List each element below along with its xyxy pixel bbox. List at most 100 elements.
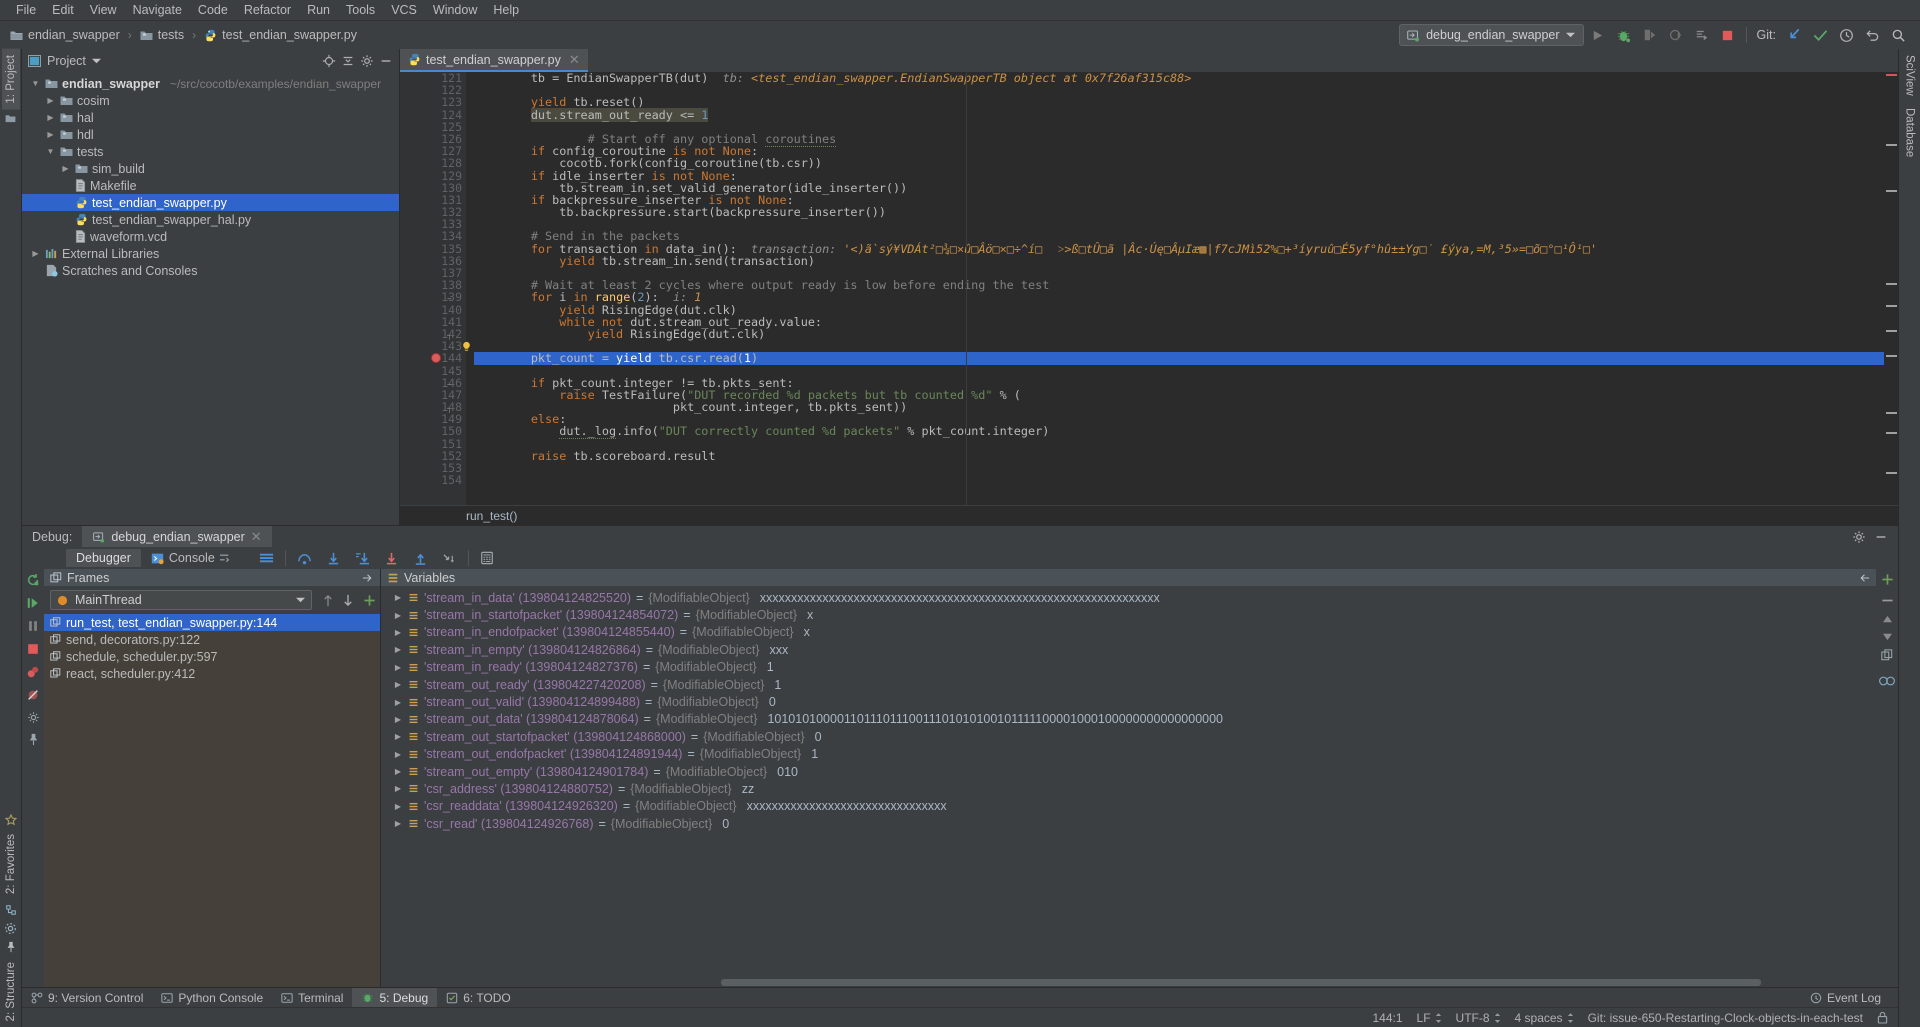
drop-frame-icon[interactable]	[435, 552, 464, 565]
gutter-line[interactable]: 140	[400, 303, 466, 315]
bottom-tab-todo[interactable]: 6: TODO	[437, 988, 520, 1008]
code-line[interactable]: dut._log.info("DUT correctly counted %d …	[474, 424, 1884, 440]
variable-row[interactable]: ▶ 'stream_in_data' (139804124825520) = {M…	[381, 589, 1876, 606]
tree-node[interactable]: test_endian_swapper_hal.py	[22, 211, 399, 228]
menu-item-code[interactable]: Code	[190, 1, 236, 19]
breadcrumb-file[interactable]: test_endian_swapper.py	[200, 26, 361, 44]
variable-row[interactable]: ▶ 'stream_in_ready' (139804124827376) = {…	[381, 659, 1876, 676]
chevron-right-icon[interactable]: ▶	[393, 715, 403, 724]
code-line[interactable]: pkt_count = yield tb.csr.read(1)	[474, 352, 1884, 365]
gutter-line[interactable]: 124	[400, 108, 466, 120]
pause-program-icon[interactable]	[26, 619, 40, 633]
variable-row[interactable]: ▶'stream_out_ready' (139804227420208) = …	[381, 676, 1876, 693]
variables-list[interactable]: ▶ 'stream_in_data' (139804124825520) = {M…	[381, 586, 1876, 978]
commit-icon[interactable]	[1808, 24, 1832, 46]
editor-gutter[interactable]: 121 122 123 124 125 126 127 128 129 130 131 132 133 1…	[400, 72, 470, 505]
chevron-right-icon[interactable]: ▶	[393, 593, 403, 602]
variable-row[interactable]: ▶ 'stream_out_startofpacket' (13980412486…	[381, 728, 1876, 745]
chevron-down-icon[interactable]: ▼	[45, 147, 56, 156]
code-line[interactable]: tb = EndianSwapperTB(dut) tb: <test_endi…	[474, 72, 1884, 84]
tree-node[interactable]: ▶ hal	[22, 109, 399, 126]
chevron-right-icon[interactable]: ▶	[393, 767, 403, 776]
code-line[interactable]	[474, 218, 1884, 230]
code-line[interactable]: raise tb.scoreboard.result	[474, 450, 1884, 462]
resume-program-icon[interactable]	[26, 596, 40, 610]
frame-row[interactable]: run_test, test_endian_swapper.py:144	[44, 614, 380, 631]
editor-tab-test-endian-swapper[interactable]: test_endian_swapper.py ✕	[400, 49, 588, 72]
menu-item-help[interactable]: Help	[485, 1, 527, 19]
code-line[interactable]: for transaction in data_in(): transactio…	[474, 242, 1884, 254]
chevron-right-icon[interactable]: ▶	[393, 663, 403, 672]
chevron-right-icon[interactable]: ▶	[30, 249, 41, 258]
gutter-line[interactable]: 154	[400, 474, 466, 486]
variable-row[interactable]: ▶ 'stream_out_endofpacket' (1398041248919…	[381, 746, 1876, 763]
caret-position[interactable]: 144:1	[1372, 1011, 1402, 1025]
frames-list[interactable]: run_test, test_endian_swapper.py:144 send…	[44, 614, 380, 987]
code-line[interactable]: pkt_count.integer, tb.pkts_sent))	[474, 401, 1884, 413]
settings-gear-icon[interactable]	[4, 919, 17, 938]
close-icon[interactable]: ✕	[569, 52, 580, 68]
variables-hscrollbar[interactable]	[381, 978, 1876, 987]
code-line[interactable]: if idle_inserter is not None:	[474, 169, 1884, 181]
code-line[interactable]: yield RisingEdge(dut.clk)	[474, 328, 1884, 340]
copy-icon[interactable]	[1881, 649, 1893, 661]
variable-row[interactable]: ▶'stream_out_empty' (139804124901784) = …	[381, 763, 1876, 780]
code-line[interactable]: tb.backpressure.start(backpressure_inser…	[474, 206, 1884, 218]
stop-icon[interactable]	[26, 642, 40, 656]
variable-row[interactable]: ▶ 'stream_in_empty' (139804124826864) = {…	[381, 641, 1876, 658]
code-line[interactable]: for i in range(2): i: 1	[474, 291, 1884, 303]
code-line[interactable]: yield tb.reset()	[474, 96, 1884, 108]
tree-node[interactable]: ▼ tests	[22, 143, 399, 160]
gutter-line[interactable]: 123	[400, 96, 466, 108]
gutter-line[interactable]: 151	[400, 437, 466, 449]
chevron-right-icon[interactable]: ▶	[393, 680, 403, 689]
settings-gear-icon[interactable]	[1852, 530, 1866, 544]
add-frame-icon[interactable]	[358, 594, 380, 607]
run-with-coverage-button[interactable]	[1638, 24, 1662, 46]
pin-icon[interactable]	[27, 733, 40, 746]
tree-node[interactable]: waveform.vcd	[22, 228, 399, 245]
line-separator[interactable]: LF	[1417, 1011, 1442, 1025]
breadcrumb-project[interactable]: endian_swapper	[6, 26, 124, 44]
tree-node[interactable]: ▼ endian_swapper ~/src/cocotb/examples/end…	[22, 75, 399, 92]
favorites-star-icon[interactable]	[4, 814, 17, 828]
rollback-icon[interactable]	[1860, 24, 1884, 46]
gutter-line[interactable]: 135	[400, 242, 466, 254]
code-line[interactable]: yield RisingEdge(dut.clk)	[474, 303, 1884, 315]
chevron-right-icon[interactable]: ▶	[393, 750, 403, 759]
tree-node[interactable]: ▶ cosim	[22, 92, 399, 109]
menu-item-navigate[interactable]: Navigate	[125, 1, 190, 19]
tree-node[interactable]: ▶ sim_build	[22, 160, 399, 177]
evaluate-expression-icon[interactable]	[473, 551, 501, 565]
frame-down-icon[interactable]	[338, 594, 358, 607]
code-line[interactable]	[474, 365, 1884, 377]
variable-row[interactable]: ▶'stream_out_valid' (139804124899488) = …	[381, 693, 1876, 710]
chevron-right-icon[interactable]: ▶	[393, 732, 403, 741]
lock-icon[interactable]	[1877, 1011, 1888, 1024]
variable-row[interactable]: ▶ 'stream_out_data' (139804124878064) = {…	[381, 711, 1876, 728]
expand-panel-icon[interactable]	[362, 573, 374, 583]
project-tree[interactable]: ▼ endian_swapper ~/src/cocotb/examples/end…	[22, 73, 399, 525]
step-into-icon[interactable]	[319, 552, 348, 565]
tree-node[interactable]: ▶ External Libraries	[22, 245, 399, 262]
update-project-icon[interactable]	[1782, 24, 1806, 46]
hide-panel-icon[interactable]	[1874, 530, 1888, 544]
variable-row[interactable]: ▶ 'stream_in_endofpacket' (13980412485544…	[381, 624, 1876, 641]
mute-breakpoints-icon[interactable]	[26, 688, 40, 702]
editor-error-stripe[interactable]	[1884, 72, 1898, 505]
menu-item-file[interactable]: File	[8, 1, 44, 19]
frame-up-icon[interactable]	[318, 594, 338, 607]
menu-item-window[interactable]: Window	[425, 1, 485, 19]
chevron-right-icon[interactable]: ▶	[60, 164, 71, 173]
frame-row[interactable]: react, scheduler.py:412	[44, 665, 380, 682]
editor-code[interactable]: tb = EndianSwapperTB(dut) tb: <test_endi…	[466, 72, 1884, 505]
code-line[interactable]	[474, 84, 1884, 96]
file-encoding[interactable]: UTF-8	[1456, 1011, 1501, 1025]
tree-node[interactable]: test_endian_swapper.py	[22, 194, 399, 211]
sidebar-item-sciview[interactable]: SciView	[1901, 49, 1919, 102]
sidebar-item-project[interactable]: 1: Project	[1, 49, 20, 110]
menu-item-refactor[interactable]: Refactor	[236, 1, 299, 19]
code-line[interactable]: yield tb.stream_in.send(transaction)	[474, 255, 1884, 267]
variable-row[interactable]: ▶ 'csr_readdata' (139804124926320) = {Mod…	[381, 798, 1876, 815]
force-step-into-icon[interactable]	[348, 552, 377, 565]
